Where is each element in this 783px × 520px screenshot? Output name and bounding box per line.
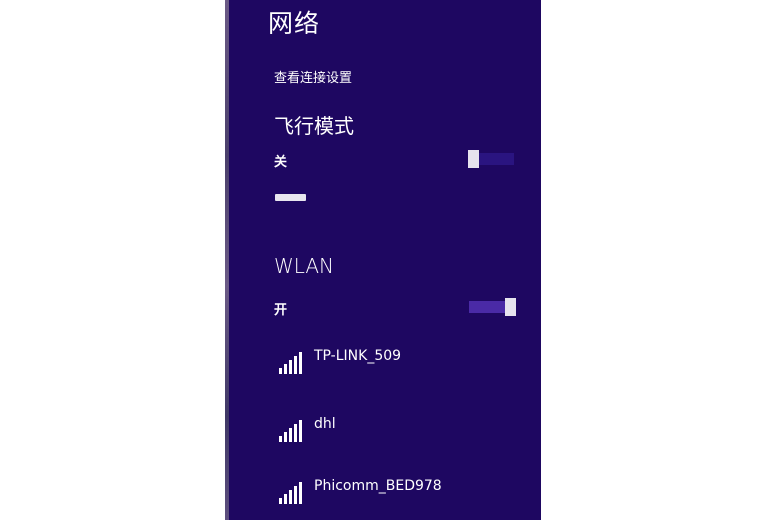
wlan-state: 开 — [274, 303, 288, 318]
airplane-mode-toggle[interactable] — [468, 150, 514, 168]
network-item[interactable]: dhl — [279, 416, 519, 446]
network-name: dhl — [314, 416, 336, 432]
wlan-heading: WLAN — [274, 254, 335, 278]
toggle-track — [469, 301, 505, 313]
view-connection-settings-link[interactable]: 查看连接设置 — [274, 67, 352, 86]
wifi-signal-icon — [279, 482, 303, 504]
screen: 网络 查看连接设置 飞行模式 关 WLAN 开 TP-LINK_509 dhl — [0, 0, 783, 520]
panel-title: 网络 — [268, 9, 321, 38]
toggle-thumb — [468, 150, 479, 168]
toggle-thumb — [505, 298, 516, 316]
wlan-toggle[interactable] — [469, 298, 516, 316]
network-item[interactable]: TP-LINK_509 — [279, 348, 519, 378]
airplane-mode-heading: 飞行模式 — [274, 114, 354, 138]
toggle-track — [479, 153, 514, 165]
wifi-signal-icon — [279, 420, 303, 442]
airplane-mode-state: 关 — [274, 155, 288, 170]
divider-icon — [275, 194, 306, 201]
network-name: Phicomm_BED978 — [314, 478, 442, 494]
wifi-signal-icon — [279, 352, 303, 374]
network-name: TP-LINK_509 — [314, 348, 402, 364]
network-item[interactable]: Phicomm_BED978 — [279, 478, 519, 508]
network-panel: 网络 查看连接设置 飞行模式 关 WLAN 开 TP-LINK_509 dhl — [229, 0, 541, 520]
